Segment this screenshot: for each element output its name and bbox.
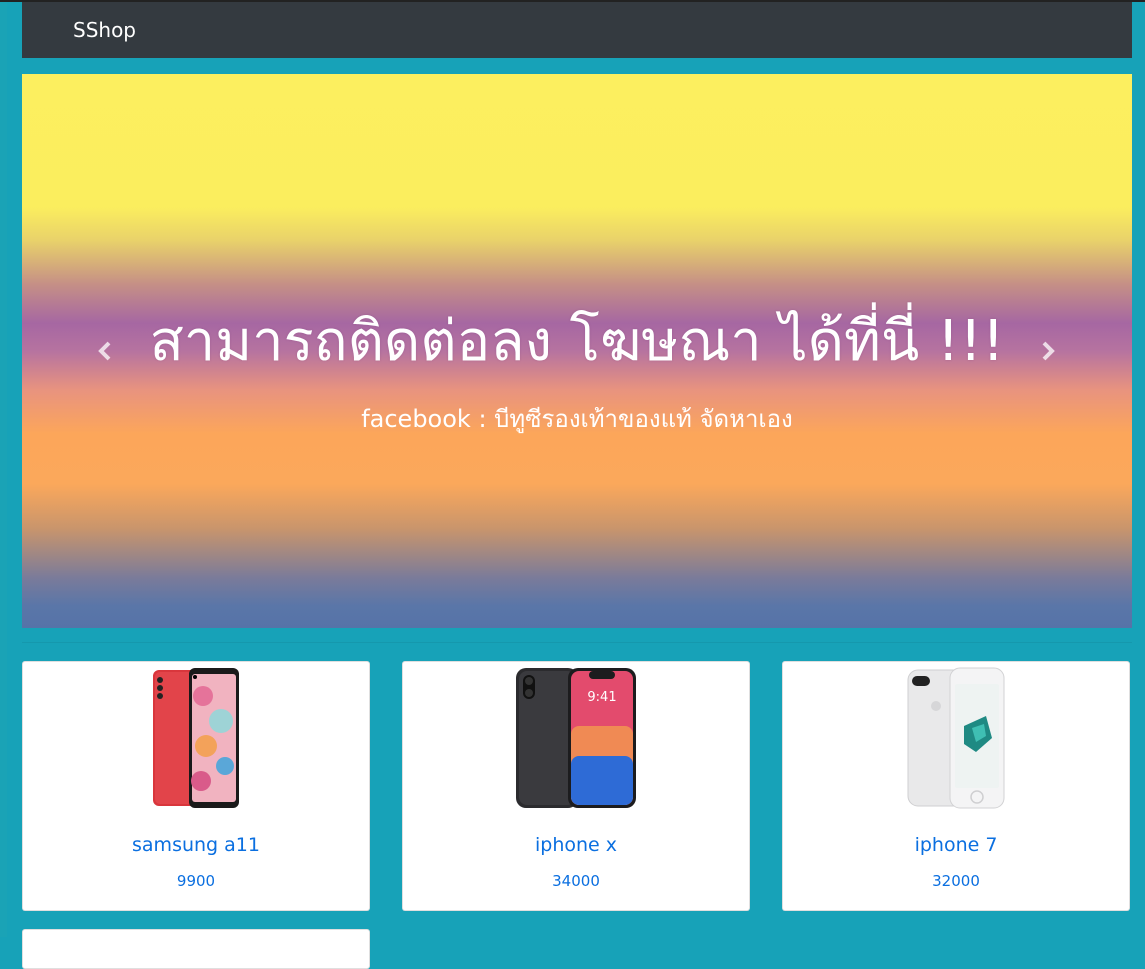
product-card[interactable]: 9:41 iphone x 34000 xyxy=(402,661,750,911)
left-edge xyxy=(0,0,7,937)
carousel-subtitle: facebook : บีทูซีรองเท้าของแท้ จัดหาเอง xyxy=(361,405,793,433)
product-price: 9900 xyxy=(176,872,216,890)
silver-iphone-7-plus-image xyxy=(907,667,1005,809)
brand-link[interactable]: SShop xyxy=(73,18,136,42)
carousel-prev-button[interactable] xyxy=(90,336,120,366)
ad-carousel: สามารถติดต่อลง โฆษณา ได้ที่นี่ !!! faceb… xyxy=(22,74,1132,628)
red-samsung-phone-image xyxy=(153,668,239,808)
page: SShop สามารถติดต่อลง โฆษณา ได้ที่นี่ !!!… xyxy=(0,0,1145,969)
section-divider xyxy=(22,642,1132,643)
carousel-next-button[interactable] xyxy=(1033,336,1063,366)
product-image[interactable] xyxy=(23,666,369,814)
chevron-right-icon xyxy=(1042,341,1055,361)
space-gray-iphone-x-image: 9:41 xyxy=(516,668,636,808)
product-card[interactable] xyxy=(22,929,370,969)
product-name-link[interactable]: iphone 7 xyxy=(783,834,1129,856)
product-card[interactable]: samsung a11 9900 xyxy=(22,661,370,911)
product-name-link[interactable]: samsung a11 xyxy=(23,834,369,856)
product-price: 34000 xyxy=(552,872,600,890)
product-image[interactable]: 9:41 xyxy=(403,666,749,814)
product-name-link[interactable]: iphone x xyxy=(403,834,749,856)
product-price: 32000 xyxy=(932,872,980,890)
chevron-left-icon xyxy=(98,341,111,361)
navbar: SShop xyxy=(22,2,1132,58)
product-card[interactable]: iphone 7 32000 xyxy=(782,661,1130,911)
svg-text:9:41: 9:41 xyxy=(587,690,616,705)
product-image[interactable] xyxy=(783,666,1129,814)
carousel-title: สามารถติดต่อลง โฆษณา ได้ที่นี่ !!! xyxy=(149,309,1005,374)
